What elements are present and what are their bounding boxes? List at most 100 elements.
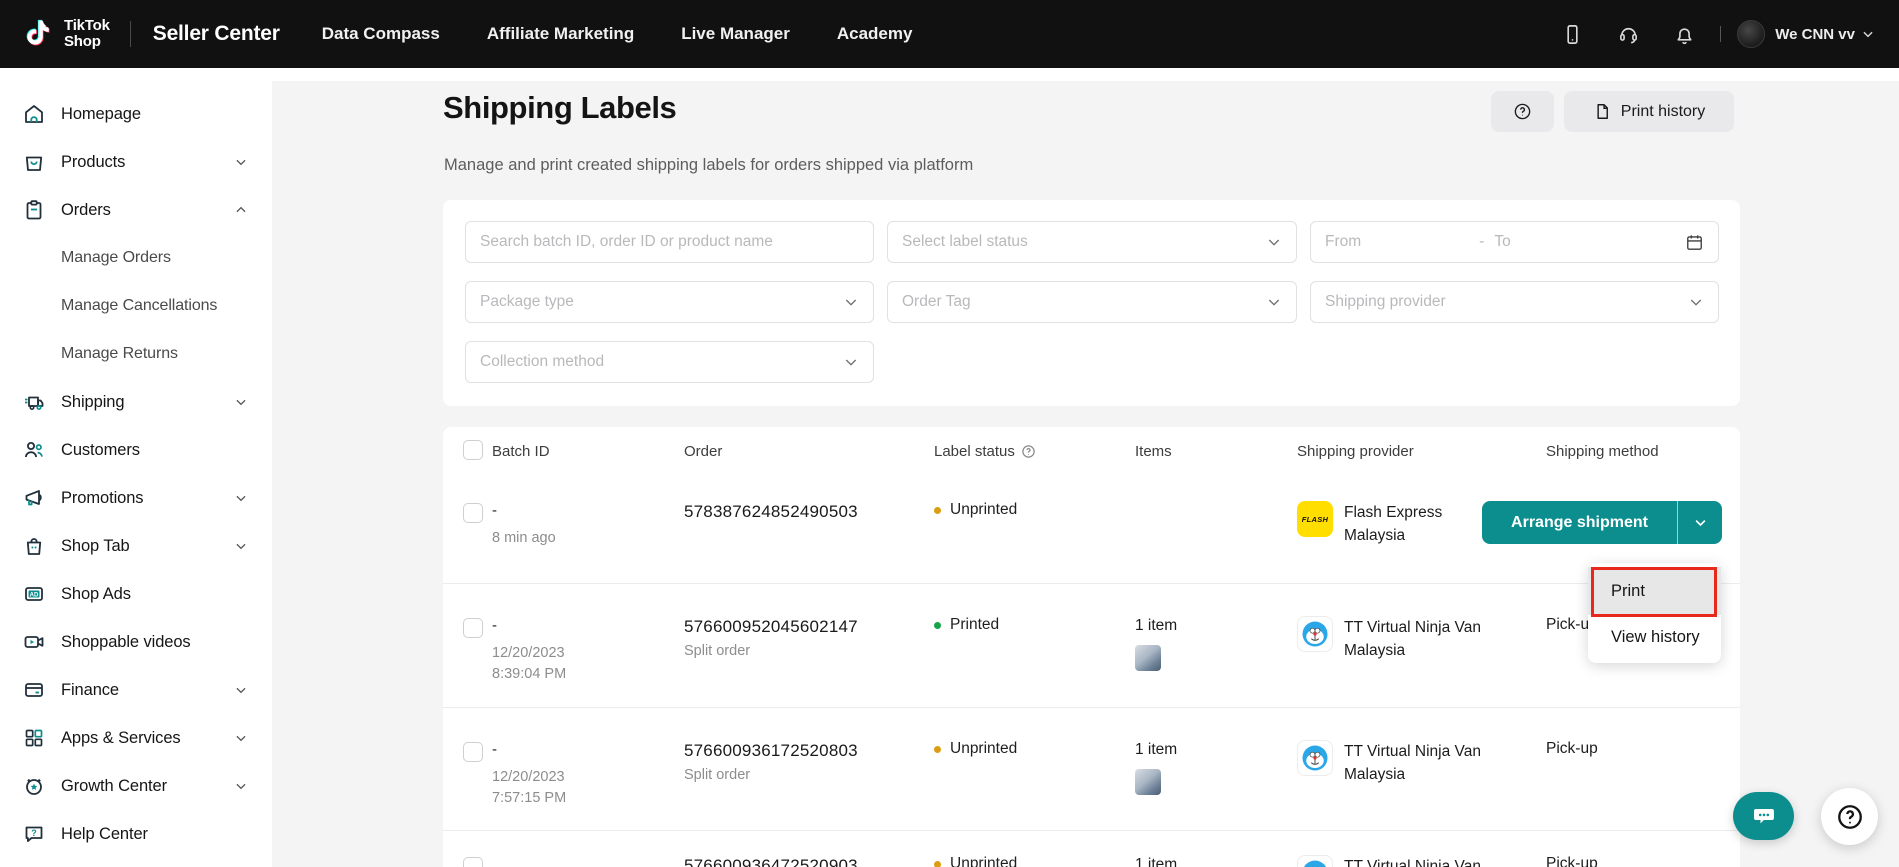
chevron-down-icon <box>234 539 248 553</box>
sidebar-item-orders[interactable]: Orders <box>0 186 272 234</box>
table-row: - 12/20/2023 7:57:15 PM 5766009361725208… <box>443 707 1740 830</box>
items-count: 1 item <box>1135 616 1177 636</box>
search-input[interactable]: Search batch ID, order ID or product nam… <box>465 221 874 263</box>
calendar-icon <box>1685 233 1704 252</box>
question-circle-icon[interactable] <box>1021 444 1036 459</box>
status-dot <box>934 746 941 753</box>
user-avatar[interactable] <box>1737 20 1765 48</box>
sidebar-item-help-center[interactable]: ? Help Center <box>0 810 272 858</box>
top-nav-links: Data Compass Affiliate Marketing Live Ma… <box>322 24 913 44</box>
main-content: Shipping Labels Manage and print created… <box>272 68 1899 867</box>
shipping-provider-select[interactable]: Shipping provider <box>1310 281 1719 323</box>
table-header-row: Batch ID Order Label status Items Shippi… <box>443 427 1740 487</box>
batch-time: 8 min ago <box>492 528 614 549</box>
shoppable-videos-icon <box>22 630 46 654</box>
apps-services-grid-icon <box>22 726 46 750</box>
menu-item-view-history[interactable]: View history <box>1588 615 1721 659</box>
seller-center-brand[interactable]: Seller Center <box>153 22 280 46</box>
tiktok-note-icon <box>26 17 56 51</box>
nav-item-live-manager[interactable]: Live Manager <box>681 24 790 44</box>
top-navigation-bar: TikTok Shop Seller Center Data Compass A… <box>0 0 1899 68</box>
document-icon <box>1593 102 1612 121</box>
orders-icon <box>22 198 46 222</box>
shipping-method: Pick-up <box>1546 740 1598 758</box>
user-menu-chevron-down-icon[interactable] <box>1861 27 1875 41</box>
column-header-label-status: Label status <box>934 443 1036 460</box>
sidebar-item-manage-cancellations[interactable]: Manage Cancellations <box>0 282 272 330</box>
order-id: 576600936172520803 <box>684 740 858 761</box>
sidebar-item-manage-returns[interactable]: Manage Returns <box>0 330 272 378</box>
notifications-bell-icon[interactable] <box>1673 23 1696 46</box>
batch-time: 12/20/2023 7:57:15 PM <box>492 767 614 809</box>
chevron-down-icon <box>1266 294 1282 310</box>
ninja-van-logo <box>1297 740 1333 776</box>
order-id: 576600936472520903 <box>684 855 858 867</box>
svg-text:?: ? <box>31 828 37 838</box>
row-checkbox[interactable] <box>463 618 483 638</box>
sidebar-item-customers[interactable]: Customers <box>0 426 272 474</box>
sidebar-item-growth-center[interactable]: Growth Center <box>0 762 272 810</box>
chevron-down-icon <box>1688 294 1704 310</box>
shipping-method: Pick-up <box>1546 855 1598 867</box>
support-headset-icon[interactable] <box>1617 23 1640 46</box>
nav-item-academy[interactable]: Academy <box>837 24 913 44</box>
sidebar-item-shop-tab[interactable]: Shop Tab <box>0 522 272 570</box>
page-title: Shipping Labels <box>443 90 676 126</box>
arrange-shipment-button[interactable]: Arrange shipment <box>1482 501 1722 544</box>
arrange-shipment-dropdown-toggle[interactable] <box>1678 501 1722 544</box>
ninja-van-logo <box>1297 616 1333 652</box>
print-history-button[interactable]: Print history <box>1564 91 1734 132</box>
nav-item-affiliate-marketing[interactable]: Affiliate Marketing <box>487 24 634 44</box>
shop-ads-icon: AD <box>22 582 46 606</box>
growth-center-icon <box>22 774 46 798</box>
sidebar-item-apps-services[interactable]: Apps & Services <box>0 714 272 762</box>
ninja-van-logo <box>1297 855 1333 867</box>
batch-id: - <box>492 740 614 760</box>
order-id: 578387624852490503 <box>684 501 858 522</box>
status-dot <box>934 861 941 867</box>
mobile-app-icon[interactable] <box>1561 23 1584 46</box>
flash-express-logo: FLASH <box>1297 501 1333 537</box>
provider-name: Flash Express Malaysia <box>1344 501 1442 547</box>
sidebar-item-finance[interactable]: Finance <box>0 666 272 714</box>
question-circle-icon <box>1836 803 1864 831</box>
status-dot <box>934 507 941 514</box>
sidebar-item-shipping[interactable]: Shipping <box>0 378 272 426</box>
row-checkbox[interactable] <box>463 742 483 762</box>
shipping-labels-table: Batch ID Order Label status Items Shippi… <box>443 427 1740 867</box>
sidebar-item-products[interactable]: Products <box>0 138 272 186</box>
sidebar-item-shoppable-videos[interactable]: Shoppable videos <box>0 618 272 666</box>
help-center-icon: ? <box>22 822 46 846</box>
chat-support-button[interactable] <box>1733 792 1794 840</box>
column-header-order: Order <box>684 443 722 460</box>
date-range-picker[interactable]: From - To <box>1310 221 1719 263</box>
batch-time: 12/20/2023 8:39:04 PM <box>492 643 614 685</box>
row-checkbox[interactable] <box>463 503 483 523</box>
package-type-select[interactable]: Package type <box>465 281 874 323</box>
nav-item-data-compass[interactable]: Data Compass <box>322 24 440 44</box>
page-help-button[interactable] <box>1491 91 1554 132</box>
sidebar-item-manage-orders[interactable]: Manage Orders <box>0 234 272 282</box>
order-tag: Split order <box>684 767 858 783</box>
select-all-checkbox[interactable] <box>463 440 483 460</box>
user-name[interactable]: We CNN vv <box>1775 26 1855 43</box>
items-count: 1 item <box>1135 855 1177 867</box>
chevron-up-icon <box>234 203 248 217</box>
collection-method-select[interactable]: Collection method <box>465 341 874 383</box>
menu-item-print[interactable]: Print <box>1588 567 1721 615</box>
product-thumbnail <box>1135 769 1161 795</box>
label-status-select[interactable]: Select label status <box>887 221 1297 263</box>
product-thumbnail <box>1135 645 1161 671</box>
sidebar-item-promotions[interactable]: Promotions <box>0 474 272 522</box>
home-icon <box>22 102 46 126</box>
sidebar-item-shop-ads[interactable]: AD Shop Ads <box>0 570 272 618</box>
table-row: - 12/20/2023 8:39:04 PM 5766009520456021… <box>443 583 1740 707</box>
column-header-items: Items <box>1135 443 1172 460</box>
order-tag-select[interactable]: Order Tag <box>887 281 1297 323</box>
tiktok-shop-logo[interactable]: TikTok Shop <box>26 17 110 51</box>
chevron-down-icon <box>234 731 248 745</box>
sidebar-item-homepage[interactable]: Homepage <box>0 90 272 138</box>
row-checkbox[interactable] <box>463 857 483 867</box>
floating-help-button[interactable] <box>1821 788 1878 845</box>
column-header-batch-id: Batch ID <box>492 443 550 460</box>
